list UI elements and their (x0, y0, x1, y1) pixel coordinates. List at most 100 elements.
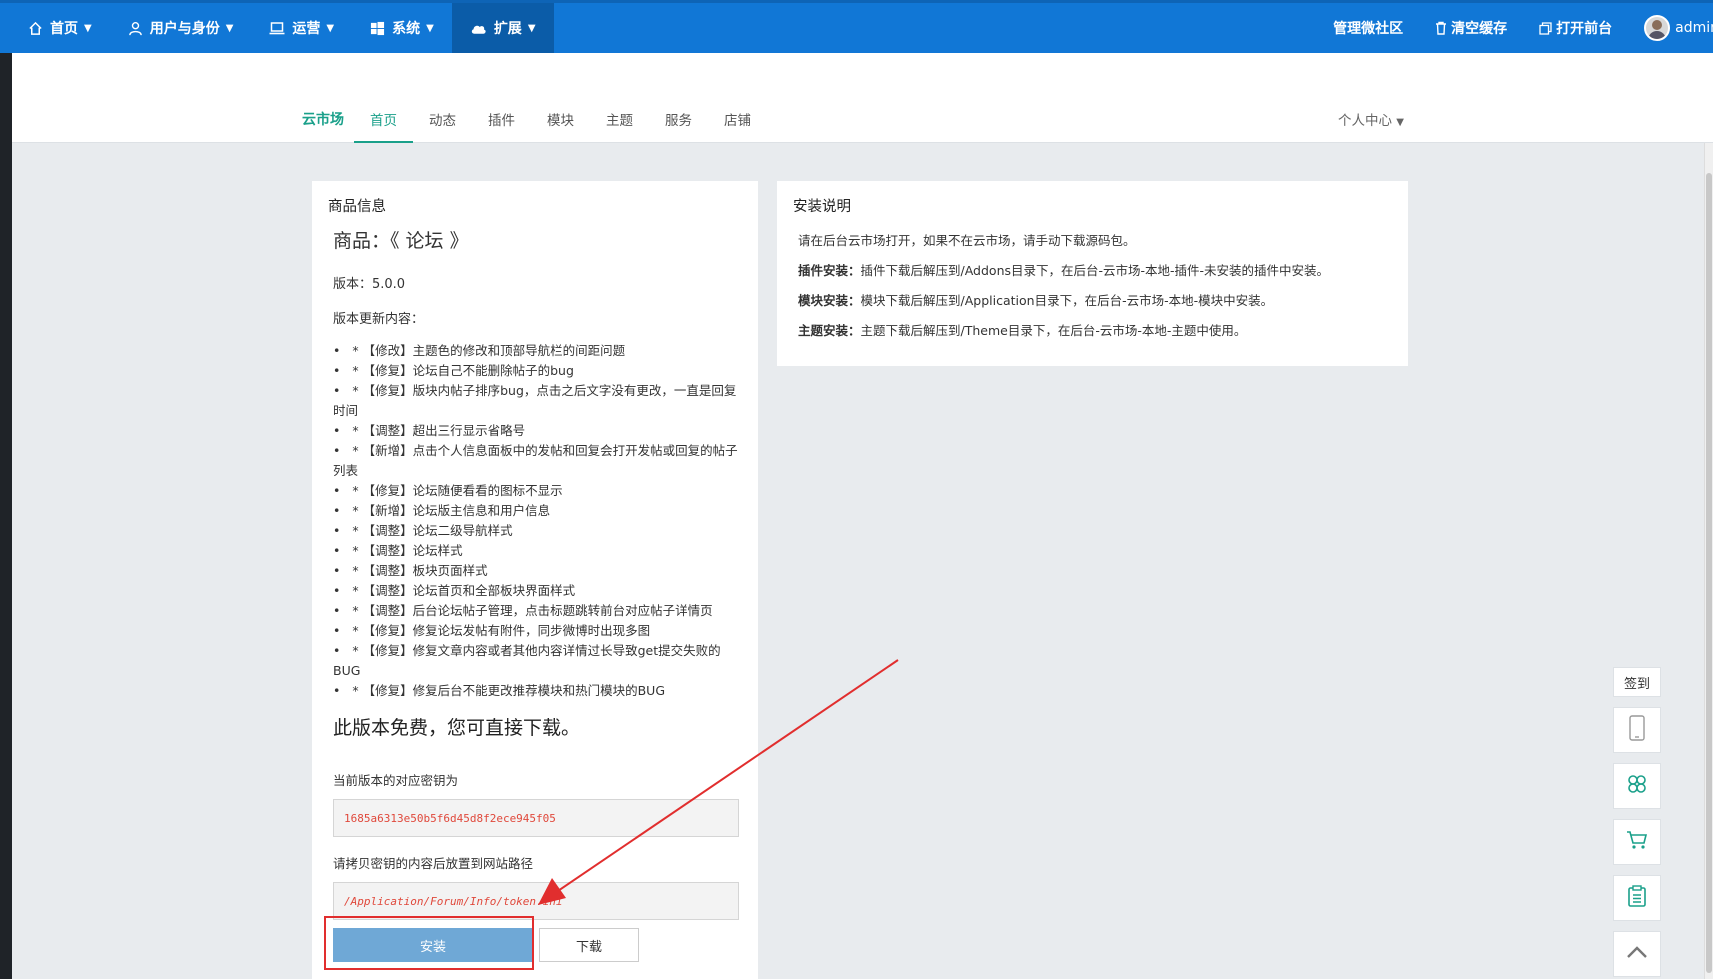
list-item: * 【修复】修复文章内容或者其他内容详情过长导致get提交失败的BUG (333, 641, 742, 681)
laptop-icon (269, 21, 285, 35)
subnav-services[interactable]: 服务 (649, 109, 708, 143)
list-item: * 【修复】论坛自己不能删除帖子的bug (333, 361, 742, 381)
left-sidebar-strip (0, 53, 12, 979)
topnav-item-system[interactable]: 系统 ▼ (352, 3, 452, 53)
clipboard-button[interactable] (1613, 875, 1661, 921)
phone-button[interactable] (1613, 707, 1661, 753)
top-right-actions: 管理微社区 清空缓存 打开前台 admin (1333, 3, 1713, 53)
instructions-intro: 请在后台云市场打开，如果不在云市场，请手动下载源码包。 (798, 233, 1136, 248)
download-button[interactable]: 下载 (539, 928, 639, 962)
plugin-install-label: 插件安装： (798, 263, 861, 278)
changes-header: 版本更新内容： (333, 312, 425, 327)
instructions-heading: 安装说明 (793, 199, 851, 215)
list-item: * 【调整】后台论坛帖子管理，点击标题跳转前台对应帖子详情页 (333, 601, 742, 621)
clover-icon (1626, 773, 1648, 799)
install-instructions-card: 安装说明 请在后台云市场打开，如果不在云市场，请手动下载源码包。 插件安装：插件… (777, 181, 1408, 366)
back-to-top-button[interactable] (1613, 931, 1661, 977)
product-title: 商品：《 论坛 》 (333, 230, 469, 252)
topnav-item-label: 运营 (292, 21, 321, 37)
theme-install-row: 主题安装：主题下载后解压到/Theme目录下，在后台-云市场-本地-主题中使用。 (798, 316, 1392, 346)
subnav-themes[interactable]: 主题 (590, 109, 649, 143)
subnav-news[interactable]: 动态 (413, 109, 472, 143)
clear-cache-label: 清空缓存 (1451, 21, 1508, 37)
list-item: * 【修改】主题色的修改和顶部导航栏的间距问题 (333, 341, 742, 361)
topnav-item-label: 扩展 (493, 21, 522, 37)
cloud-icon (470, 22, 487, 35)
topnav-item-users[interactable]: 用户与身份 ▼ (110, 3, 252, 53)
theme-install-text: 主题下载后解压到/Theme目录下，在后台-云市场-本地-主题中使用。 (860, 323, 1247, 338)
top-navbar: 首页 ▼ 用户与身份 ▼ 运营 ▼ 系统 ▼ 扩展 ▼ 管理微社区 清空缓存 打… (0, 0, 1713, 53)
user-icon (128, 21, 143, 36)
topnav-item-home[interactable]: 首页 ▼ (10, 3, 110, 53)
changes-list: * 【修改】主题色的修改和顶部导航栏的间距问题 * 【修复】论坛自己不能删除帖子… (333, 341, 742, 701)
module-install-row: 模块安装：模块下载后解压到/Application目录下，在后台-云市场-本地-… (798, 286, 1392, 316)
path-value-box[interactable]: /Application/Forum/Info/token.ini (333, 882, 739, 920)
personal-center-label: 个人中心 (1338, 113, 1392, 129)
user-menu[interactable]: admin (1644, 15, 1713, 41)
topnav-item-operations[interactable]: 运营 ▼ (251, 3, 352, 53)
topnav-item-label: 用户与身份 (149, 21, 220, 37)
list-item: * 【修复】论坛随便看看的图标不显示 (333, 481, 742, 501)
copy-icon (1539, 21, 1552, 35)
clear-cache-button[interactable]: 清空缓存 (1435, 18, 1507, 38)
path-label: 请拷贝密钥的内容后放置到网站路径 (333, 856, 534, 871)
chevron-down-icon: ▼ (426, 22, 434, 34)
chevron-down-icon: ▼ (225, 22, 234, 34)
annotation-arrow (538, 659, 899, 905)
username: admin (1675, 20, 1713, 36)
chevron-down-icon: ▼ (326, 22, 335, 34)
list-item: * 【调整】论坛首页和全部板块界面样式 (333, 581, 742, 601)
list-item: * 【修复】修复论坛发帖有附件，同步微博时出现多图 (333, 621, 742, 641)
product-version: 版本：5.0.0 (333, 277, 406, 292)
scrollbar-thumb[interactable] (1706, 173, 1712, 973)
install-highlight-box (324, 916, 534, 970)
chevron-down-icon: ▼ (84, 22, 92, 34)
floating-toolbar: 签到 (1613, 667, 1661, 979)
list-item: * 【新增】论坛版主信息和用户信息 (333, 501, 742, 521)
key-label: 当前版本的对应密钥为 (333, 773, 459, 788)
plugin-install-row: 插件安装：插件下载后解压到/Addons目录下，在后台-云市场-本地-插件-未安… (798, 256, 1392, 286)
chevron-down-icon: ▼ (527, 22, 536, 34)
product-info-heading: 商品信息 (328, 199, 386, 215)
subnav-shops[interactable]: 店铺 (708, 109, 767, 143)
list-item: * 【调整】板块页面样式 (333, 561, 742, 581)
module-install-label: 模块安装： (798, 293, 861, 308)
topnav-item-extensions[interactable]: 扩展 ▼ (451, 3, 554, 53)
subnav-home[interactable]: 首页 (354, 109, 413, 143)
sign-in-button[interactable]: 签到 (1613, 667, 1661, 697)
topnav-item-label: 系统 (392, 21, 421, 37)
personal-center-dropdown[interactable]: 个人中心 ▼ (1338, 109, 1404, 129)
subnav-plugins[interactable]: 插件 (472, 109, 531, 143)
cloud-market-brand[interactable]: 云市场 (302, 109, 344, 143)
list-item: * 【修复】修复后台不能更改推荐模块和热门模块的BUG (333, 681, 742, 701)
open-frontend-label: 打开前台 (1556, 21, 1613, 37)
product-info-card: 商品信息 商品：《 论坛 》 版本：5.0.0 版本更新内容： * 【修改】主题… (312, 181, 758, 979)
cart-button[interactable] (1613, 819, 1661, 865)
open-frontend-button[interactable]: 打开前台 (1539, 18, 1612, 38)
chevron-up-icon (1626, 945, 1648, 963)
free-notice: 此版本免费，您可直接下载。 (333, 717, 581, 739)
trash-icon (1435, 21, 1447, 35)
cart-icon (1626, 830, 1648, 854)
cloud-market-subnav: 云市场 首页 动态 插件 模块 主题 服务 店铺 个人中心 ▼ (12, 53, 1713, 143)
avatar (1644, 15, 1671, 41)
key-value-box[interactable]: 1685a6313e50b5f6d45d8f2ece945f05 (333, 799, 739, 837)
list-item: * 【调整】超出三行显示省略号 (333, 421, 742, 441)
subnav-modules[interactable]: 模块 (531, 109, 590, 143)
home-icon (28, 21, 43, 36)
list-item: * 【新增】点击个人信息面板中的发帖和回复会打开发帖或回复的帖子列表 (333, 441, 742, 481)
vertical-scrollbar[interactable] (1704, 143, 1713, 979)
theme-install-label: 主题安装： (798, 323, 861, 338)
list-item: * 【修复】版块内帖子排序bug，点击之后文字没有更改，一直是回复时间 (333, 381, 742, 421)
subnav-links: 云市场 首页 动态 插件 模块 主题 服务 店铺 (302, 109, 767, 143)
module-install-text: 模块下载后解压到/Application目录下，在后台-云市场-本地-模块中安装… (860, 293, 1274, 308)
list-item: * 【调整】论坛样式 (333, 541, 742, 561)
apps-button[interactable] (1613, 763, 1661, 809)
manage-community-link[interactable]: 管理微社区 (1333, 18, 1403, 38)
clipboard-icon (1628, 885, 1646, 911)
phone-icon (1629, 715, 1645, 745)
windows-icon (370, 21, 385, 36)
topnav-item-label: 首页 (50, 21, 78, 37)
top-nav-menu: 首页 ▼ 用户与身份 ▼ 运营 ▼ 系统 ▼ 扩展 ▼ (10, 3, 554, 53)
plugin-install-text: 插件下载后解压到/Addons目录下，在后台-云市场-本地-插件-未安装的插件中… (860, 263, 1330, 278)
